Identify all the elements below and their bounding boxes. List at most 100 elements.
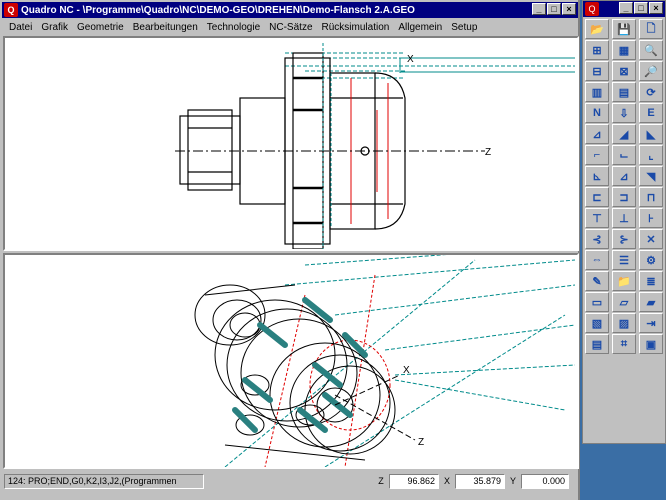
delete-x-icon: ✕ bbox=[646, 233, 656, 246]
link-icon: ⇔ bbox=[591, 254, 603, 266]
simulate-2-button[interactable]: ▱ bbox=[612, 292, 636, 312]
drill-3-icon: ⊦ bbox=[648, 212, 654, 225]
nc-params-icon: ≣ bbox=[646, 275, 656, 288]
contour-2-button[interactable]: ⌙ bbox=[612, 145, 636, 165]
menu-geometrie[interactable]: Geometrie bbox=[74, 22, 130, 33]
minimize-button[interactable]: _ bbox=[532, 3, 546, 15]
tool-2-button[interactable]: ◢ bbox=[612, 124, 636, 144]
thread-1-button[interactable]: ⊾ bbox=[585, 166, 609, 186]
tool-3-button[interactable]: ◣ bbox=[639, 124, 663, 144]
x-coordinate: 35.879 bbox=[455, 473, 505, 489]
axis-label-x-top: X bbox=[407, 54, 414, 65]
menu-technologie[interactable]: Technologie bbox=[204, 22, 266, 33]
quadro-nc-app-icon[interactable]: Q bbox=[585, 2, 599, 16]
thread-2-icon: ⊿ bbox=[619, 170, 629, 183]
zoom-icon: 🔍 bbox=[644, 44, 658, 57]
simulate-3-button[interactable]: ▰ bbox=[639, 292, 663, 312]
chip-2-button[interactable]: ▨ bbox=[612, 313, 636, 333]
thread-3-button[interactable]: ◥ bbox=[639, 166, 663, 186]
quadro-nc-app-icon[interactable]: Q bbox=[4, 3, 18, 17]
cut-1-button[interactable]: ⊰ bbox=[585, 229, 609, 249]
drill-2-button[interactable]: ⊥ bbox=[612, 208, 636, 228]
split-2-button[interactable]: ▤ bbox=[612, 82, 636, 102]
drill-1-button[interactable]: ⊤ bbox=[585, 208, 609, 228]
close-button[interactable]: × bbox=[562, 3, 576, 15]
nc-cycle-button[interactable]: ⌗ bbox=[612, 334, 636, 354]
tool-palette-titlebar: Q _ □ × bbox=[583, 1, 665, 17]
folder-open-icon: 📁 bbox=[617, 275, 631, 288]
nc-line-field: 124: PRO;END,G0,K2,I3,J2,(Programmen bbox=[4, 473, 204, 489]
end-arrow-button[interactable]: ⇥ bbox=[639, 313, 663, 333]
list-button[interactable]: ☰ bbox=[612, 250, 636, 270]
cut-2-icon: ⊱ bbox=[619, 233, 629, 246]
zoom-all-button[interactable]: 🔎 bbox=[639, 61, 663, 81]
maximize-button[interactable]: □ bbox=[547, 3, 561, 15]
rotate-icon: ⟳ bbox=[646, 86, 656, 99]
groove-1-icon: ⊏ bbox=[592, 191, 602, 204]
palette-maximize-button[interactable]: □ bbox=[634, 2, 648, 14]
tool-palette: Q _ □ × 📂 💾 🗋 ⊞ ▦ 🔍 ⊟ ⊠ 🔎 ▥ ▤ ⟳ N ⇩ E ⊿ ◢ ◣ ⌐ ⌙ ⌞ ⊾ ⊿ ◥ ⊏ ⊐ ⊓ ⊤ ⊥ ⊦ ⊰ ⊱… bbox=[582, 0, 666, 444]
grid-button[interactable]: ▦ bbox=[612, 40, 636, 60]
simulate-3-icon: ▰ bbox=[646, 296, 656, 309]
groove-1-button[interactable]: ⊏ bbox=[585, 187, 609, 207]
link-button[interactable]: ⇔ bbox=[585, 250, 609, 270]
turn-tool-1-button[interactable]: ⊿ bbox=[585, 124, 609, 144]
viewport-side-view[interactable]: X Z bbox=[3, 36, 579, 251]
y-coordinate: 0.000 bbox=[521, 473, 569, 489]
isometric-view-drawing: Z X bbox=[194, 255, 576, 467]
split-button[interactable]: ▥ bbox=[585, 82, 609, 102]
pencil-button[interactable]: ✎ bbox=[585, 271, 609, 291]
tool-table-button[interactable]: ▤ bbox=[585, 334, 609, 354]
down-arrow-button[interactable]: ⇩ bbox=[612, 103, 636, 123]
chip-1-button[interactable]: ▧ bbox=[585, 313, 609, 333]
window-arrange-button[interactable]: ⊠ bbox=[612, 61, 636, 81]
menu-ruecksimulation[interactable]: Rücksimulation bbox=[319, 22, 396, 33]
simulate-1-button[interactable]: ▭ bbox=[585, 292, 609, 312]
rotate-button[interactable]: ⟳ bbox=[639, 82, 663, 102]
add-window-button[interactable]: ⊞ bbox=[585, 40, 609, 60]
new-page-button[interactable]: 🗋 bbox=[639, 19, 663, 39]
end-arrow-icon: ⇥ bbox=[646, 317, 656, 330]
menu-bearbeitungen[interactable]: Bearbeitungen bbox=[130, 22, 204, 33]
zoom-button[interactable]: 🔍 bbox=[639, 40, 663, 60]
save-disk-icon: 💾 bbox=[617, 23, 631, 36]
palette-minimize-button[interactable]: _ bbox=[619, 2, 633, 14]
menu-setup[interactable]: Setup bbox=[448, 22, 483, 33]
groove-2-button[interactable]: ⊐ bbox=[612, 187, 636, 207]
axis-label-z-bottom: Z bbox=[418, 437, 424, 448]
drill-3-button[interactable]: ⊦ bbox=[639, 208, 663, 228]
arrange-button[interactable]: ⊟ bbox=[585, 61, 609, 81]
palette-close-button[interactable]: × bbox=[649, 2, 663, 14]
exit-button[interactable]: ▣ bbox=[639, 334, 663, 354]
menu-datei[interactable]: Datei bbox=[6, 22, 38, 33]
title-bar: Q Quadro NC - \Programme\Quadro\NC\DEMO-… bbox=[2, 2, 578, 18]
nc-settings-button[interactable]: ⚙ bbox=[639, 250, 663, 270]
contour-3-icon: ⌞ bbox=[648, 149, 654, 162]
delete-x-button[interactable]: ✕ bbox=[639, 229, 663, 249]
nc-end-button[interactable]: E bbox=[639, 103, 663, 123]
save-disk-button[interactable]: 💾 bbox=[612, 19, 636, 39]
viewport-isometric-view[interactable]: Z X bbox=[3, 253, 579, 469]
add-window-icon: ⊞ bbox=[592, 44, 602, 57]
menu-nc-saetze[interactable]: NC-Sätze bbox=[266, 22, 318, 33]
open-folder-button[interactable]: 📂 bbox=[585, 19, 609, 39]
thread-1-icon: ⊾ bbox=[592, 170, 602, 183]
groove-3-icon: ⊓ bbox=[646, 191, 656, 204]
x-label: X bbox=[443, 476, 450, 486]
groove-3-button[interactable]: ⊓ bbox=[639, 187, 663, 207]
zoom-all-icon: 🔎 bbox=[644, 65, 658, 78]
pencil-icon: ✎ bbox=[592, 275, 602, 288]
cut-2-button[interactable]: ⊱ bbox=[612, 229, 636, 249]
nc-rnf-button[interactable]: N bbox=[585, 103, 609, 123]
list-icon: ☰ bbox=[619, 254, 629, 267]
menu-grafik[interactable]: Grafik bbox=[38, 22, 74, 33]
thread-2-button[interactable]: ⊿ bbox=[612, 166, 636, 186]
status-bar: 124: PRO;END,G0,K2,I3,J2,(Programmen Z 9… bbox=[2, 472, 578, 490]
nc-params-button[interactable]: ≣ bbox=[639, 271, 663, 291]
contour-1-button[interactable]: ⌐ bbox=[585, 145, 609, 165]
contour-3-button[interactable]: ⌞ bbox=[639, 145, 663, 165]
menu-allgemein[interactable]: Allgemein bbox=[395, 22, 448, 33]
folder-open-button[interactable]: 📁 bbox=[612, 271, 636, 291]
nc-rnf-icon: N bbox=[593, 107, 601, 119]
nc-settings-icon: ⚙ bbox=[646, 254, 656, 267]
